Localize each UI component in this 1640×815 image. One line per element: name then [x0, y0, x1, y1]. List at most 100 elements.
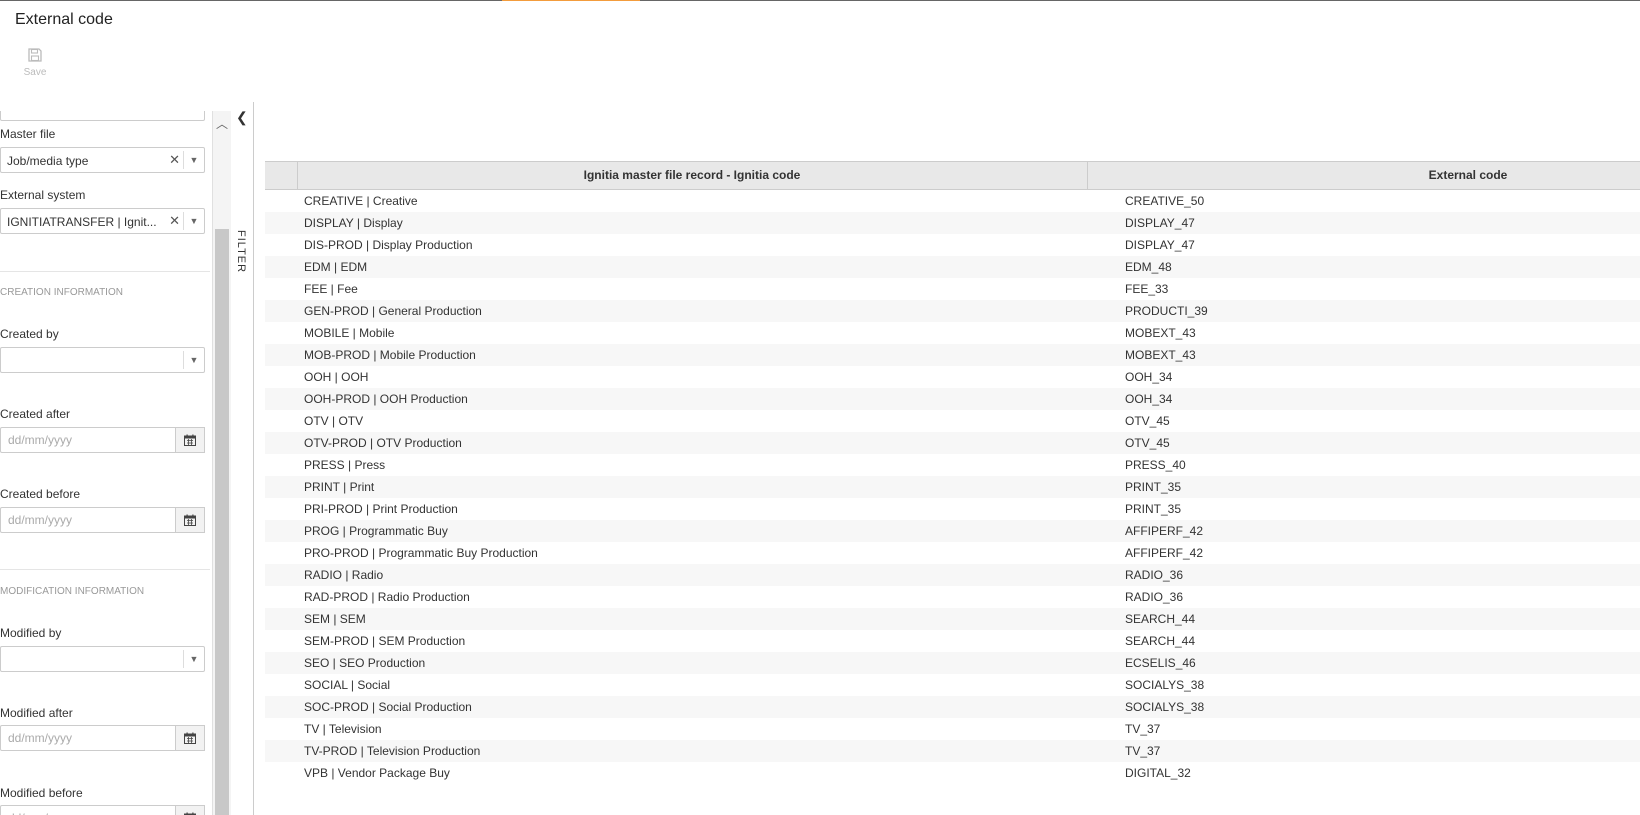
chevron-down-icon[interactable]: ▼	[183, 151, 204, 169]
table-row[interactable]: OOH | OOH OOH_34	[265, 366, 1640, 388]
partial-select-top[interactable]	[0, 111, 205, 121]
chevron-down-icon[interactable]: ▼	[183, 650, 204, 668]
cell-ignitia-code: RAD-PROD | Radio Production	[304, 590, 470, 604]
cell-ignitia-code: PROG | Programmatic Buy	[304, 524, 448, 538]
filter-panel: Master file Job/media type ✕ ▼ External …	[0, 111, 212, 815]
clear-icon[interactable]: ✕	[169, 152, 180, 168]
table-row[interactable]: VPB | Vendor Package Buy DIGITAL_32	[265, 762, 1640, 784]
created-before-date	[0, 507, 205, 533]
column-header-ignitia-code[interactable]: Ignitia master file record - Ignitia cod…	[297, 162, 1088, 189]
table-row[interactable]: SEM | SEM SEARCH_44	[265, 608, 1640, 630]
cell-external-code: SOCIALYS_38	[1125, 700, 1205, 714]
created-before-input[interactable]	[0, 507, 176, 533]
created-by-label: Created by	[0, 327, 59, 341]
cell-ignitia-code: SOC-PROD | Social Production	[304, 700, 472, 714]
cell-external-code: SOCIALYS_38	[1125, 678, 1205, 692]
cell-ignitia-code: DISPLAY | Display	[304, 216, 403, 230]
table-row[interactable]: RADIO | Radio RADIO_36	[265, 564, 1640, 586]
clear-icon[interactable]: ✕	[169, 213, 180, 229]
cell-ignitia-code: PRESS | Press	[304, 458, 386, 472]
scrollbar-thumb[interactable]	[215, 229, 229, 815]
modified-after-date	[0, 725, 205, 751]
cell-external-code: SEARCH_44	[1125, 634, 1196, 648]
cell-ignitia-code: GEN-PROD | General Production	[304, 304, 482, 318]
table-row[interactable]: DISPLAY | Display DISPLAY_47	[265, 212, 1640, 234]
cell-ignitia-code: EDM | EDM	[304, 260, 368, 274]
table-row[interactable]: MOB-PROD | Mobile Production MOBEXT_43	[265, 344, 1640, 366]
cell-external-code: CREATIVE_50	[1125, 194, 1205, 208]
cell-external-code: EDM_48	[1125, 260, 1172, 274]
save-button[interactable]: Save	[22, 48, 48, 78]
external-system-select[interactable]: IGNITIATRANSFER | Ignit... ✕ ▼	[0, 208, 205, 234]
created-after-label: Created after	[0, 407, 71, 421]
table-row[interactable]: PRO-PROD | Programmatic Buy Production AF…	[265, 542, 1640, 564]
cell-external-code: OTV_45	[1125, 414, 1170, 428]
cell-ignitia-code: SEO | SEO Production	[304, 656, 426, 670]
table-row[interactable]: PRESS | Press PRESS_40	[265, 454, 1640, 476]
table-row[interactable]: TV | Television TV_37	[265, 718, 1640, 740]
modified-after-input[interactable]	[0, 725, 176, 751]
cell-ignitia-code: TV | Television	[304, 722, 382, 736]
table-row[interactable]: PROG | Programmatic Buy AFFIPERF_42	[265, 520, 1640, 542]
cell-ignitia-code: OTV | OTV	[304, 414, 364, 428]
chevron-down-icon[interactable]: ▼	[183, 212, 204, 230]
cell-ignitia-code: RADIO | Radio	[304, 568, 384, 582]
cell-ignitia-code: OOH-PROD | OOH Production	[304, 392, 468, 406]
table-row[interactable]: SEO | SEO Production ECSELIS_46	[265, 652, 1640, 674]
table-row[interactable]: DIS-PROD | Display Production DISPLAY_47	[265, 234, 1640, 256]
table-row[interactable]: PRI-PROD | Print Production PRINT_35	[265, 498, 1640, 520]
row-selector-header	[265, 162, 298, 189]
table-row[interactable]: SOCIAL | Social SOCIALYS_38	[265, 674, 1640, 696]
cell-external-code: AFFIPERF_42	[1125, 524, 1204, 538]
chevron-down-icon[interactable]: ▼	[183, 351, 204, 369]
modified-by-select[interactable]: ▼	[0, 646, 205, 672]
table-row[interactable]: MOBILE | Mobile MOBEXT_43	[265, 322, 1640, 344]
save-label: Save	[23, 67, 47, 78]
calendar-icon[interactable]	[175, 427, 205, 453]
cell-external-code: TV_37	[1125, 722, 1161, 736]
table-row[interactable]: FEE | Fee FEE_33	[265, 278, 1640, 300]
table-row[interactable]: OTV-PROD | OTV Production OTV_45	[265, 432, 1640, 454]
table-row[interactable]: OTV | OTV OTV_45	[265, 410, 1640, 432]
cell-ignitia-code: SOCIAL | Social	[304, 678, 391, 692]
cell-external-code: RADIO_36	[1125, 590, 1184, 604]
table-row[interactable]: OOH-PROD | OOH Production OOH_34	[265, 388, 1640, 410]
cell-external-code: MOBEXT_43	[1125, 326, 1196, 340]
cell-external-code: PRINT_35	[1125, 502, 1182, 516]
master-file-select[interactable]: Job/media type ✕ ▼	[0, 147, 205, 173]
external-code-grid: Ignitia master file record - Ignitia cod…	[265, 161, 1640, 784]
created-after-input[interactable]	[0, 427, 176, 453]
table-row[interactable]: EDM | EDM EDM_48	[265, 256, 1640, 278]
table-row[interactable]: RAD-PROD | Radio Production RADIO_36	[265, 586, 1640, 608]
cell-external-code: AFFIPERF_42	[1125, 546, 1204, 560]
table-row[interactable]: SOC-PROD | Social Production SOCIALYS_38	[265, 696, 1640, 718]
calendar-icon[interactable]	[175, 725, 205, 751]
active-tab-indicator	[502, 0, 640, 1]
cell-external-code: TV_37	[1125, 744, 1161, 758]
table-row[interactable]: PRINT | Print PRINT_35	[265, 476, 1640, 498]
table-row[interactable]: GEN-PROD | General Production PRODUCTI_39	[265, 300, 1640, 322]
table-row[interactable]: SEM-PROD | SEM Production SEARCH_44	[265, 630, 1640, 652]
master-file-value: Job/media type	[7, 154, 89, 168]
created-after-date	[0, 427, 205, 453]
filter-scrollbar[interactable]: ︿	[212, 111, 231, 815]
top-border	[0, 0, 1640, 1]
table-row[interactable]: CREATIVE | Creative CREATIVE_50	[265, 190, 1640, 212]
column-header-external-code[interactable]: External code	[1088, 162, 1640, 189]
chevron-left-icon[interactable]: ❮	[236, 109, 248, 126]
calendar-icon[interactable]	[175, 805, 205, 815]
cell-external-code: SEARCH_44	[1125, 612, 1196, 626]
modified-before-input[interactable]	[0, 805, 176, 815]
cell-ignitia-code: OOH | OOH	[304, 370, 369, 384]
table-row[interactable]: TV-PROD | Television Production TV_37	[265, 740, 1640, 762]
cell-ignitia-code: CREATIVE | Creative	[304, 194, 418, 208]
filter-toggle[interactable]: ❮ FILTER	[231, 102, 254, 815]
calendar-icon[interactable]	[175, 507, 205, 533]
cell-external-code: OTV_45	[1125, 436, 1170, 450]
chevron-up-icon[interactable]: ︿	[213, 115, 231, 132]
grid-header: Ignitia master file record - Ignitia cod…	[265, 161, 1640, 190]
modified-before-label: Modified before	[0, 786, 83, 800]
cell-ignitia-code: SEM-PROD | SEM Production	[304, 634, 466, 648]
external-system-label: External system	[0, 188, 86, 202]
created-by-select[interactable]: ▼	[0, 347, 205, 373]
